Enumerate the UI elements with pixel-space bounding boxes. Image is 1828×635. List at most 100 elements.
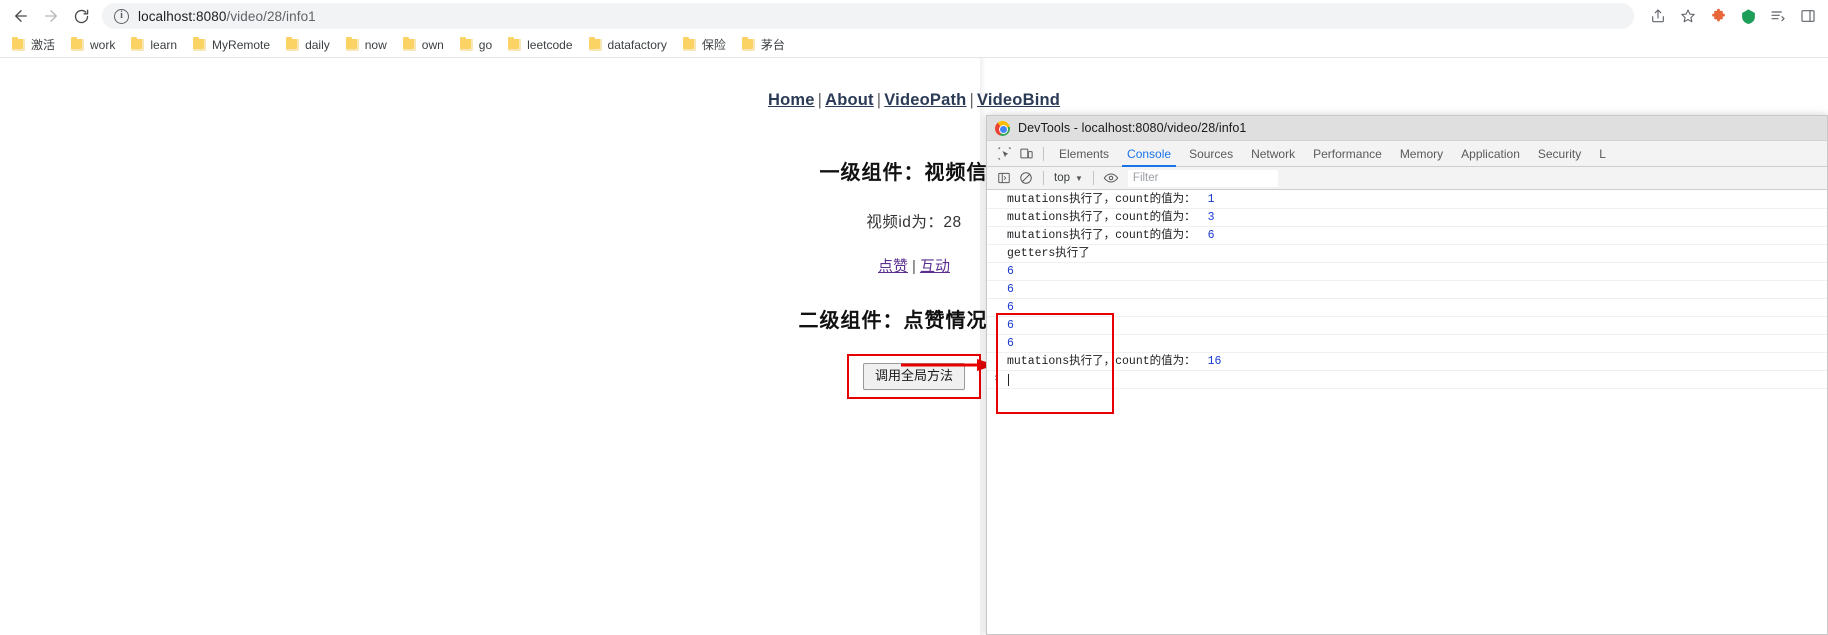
device-toolbar-icon[interactable] xyxy=(1015,143,1037,165)
bookmark-label: leetcode xyxy=(527,37,573,52)
browser-chrome: i localhost:8080/video/28/info1 激活 work … xyxy=(0,0,1828,58)
bookmark-label: 保险 xyxy=(701,38,726,52)
tab-elements[interactable]: Elements xyxy=(1050,141,1118,167)
bookmark-item[interactable]: work xyxy=(63,34,123,56)
folder-icon xyxy=(741,36,755,51)
folder-icon xyxy=(508,36,522,51)
console-log-row[interactable]: 6 xyxy=(987,281,1827,299)
toolbar-divider xyxy=(1043,146,1044,161)
tab-application[interactable]: Application xyxy=(1452,141,1529,167)
folder-icon xyxy=(71,36,85,51)
interact-link[interactable]: 互动 xyxy=(920,258,950,275)
folder-icon xyxy=(345,36,359,51)
console-log-row[interactable]: 6 xyxy=(987,263,1827,281)
address-bar[interactable]: i localhost:8080/video/28/info1 xyxy=(102,3,1634,29)
console-sidebar-icon[interactable] xyxy=(993,167,1015,189)
log-text: mutations执行了，count的值为： xyxy=(1007,229,1196,242)
devtools-window: DevTools - localhost:8080/video/28/info1… xyxy=(986,115,1828,635)
live-expression-eye-icon[interactable] xyxy=(1100,167,1122,189)
bookmark-item[interactable]: daily xyxy=(278,34,338,56)
console-log-row[interactable]: mutations执行了，count的值为： 3 xyxy=(987,209,1827,227)
bookmark-item[interactable]: datafactory xyxy=(581,34,675,56)
site-top-nav: Home | About | VideoPath | VideoBind xyxy=(0,91,1828,110)
nav-link-videobind[interactable]: VideoBind xyxy=(977,91,1060,109)
nav-separator: | xyxy=(817,91,823,109)
reading-list-icon[interactable] xyxy=(1764,2,1792,30)
address-bar-url: localhost:8080/video/28/info1 xyxy=(138,9,316,24)
log-number: 1 xyxy=(1207,193,1215,206)
toolbar-divider xyxy=(1043,171,1044,185)
bookmarks-bar: 激活 work learn MyRemote daily now own go … xyxy=(0,32,1828,58)
text-cursor xyxy=(1007,373,1009,386)
folder-icon xyxy=(459,36,473,51)
bookmark-label: learn xyxy=(150,37,178,52)
toolbar-divider xyxy=(1092,171,1094,185)
reload-icon[interactable] xyxy=(66,1,96,31)
console-filter-input[interactable] xyxy=(1127,169,1278,187)
console-context-selector[interactable]: top ▼ xyxy=(1050,172,1087,184)
log-text: mutations执行了，count的值为： xyxy=(1007,193,1196,206)
console-context-value: top xyxy=(1054,172,1070,184)
console-prompt-row[interactable]: › xyxy=(987,371,1827,389)
bookmark-item[interactable]: MyRemote xyxy=(185,34,278,56)
bookmark-label: 茅台 xyxy=(760,38,785,52)
devtools-window-title: DevTools - localhost:8080/video/28/info1 xyxy=(1018,121,1247,135)
bookmark-item[interactable]: go xyxy=(452,34,500,56)
info-circle-icon[interactable]: i xyxy=(114,8,129,24)
share-icon[interactable] xyxy=(1644,2,1672,30)
bookmark-item[interactable]: 保险 xyxy=(675,34,734,56)
devtools-titlebar: DevTools - localhost:8080/video/28/info1 xyxy=(987,116,1827,141)
folder-icon xyxy=(682,36,696,51)
log-text: getters执行了 xyxy=(1007,247,1090,260)
bookmark-label: now xyxy=(364,37,387,52)
prompt-chevron-icon: › xyxy=(993,373,1000,385)
console-log-row[interactable]: mutations执行了，count的值为： 6 xyxy=(987,227,1827,245)
bookmark-item[interactable]: leetcode xyxy=(500,34,580,56)
console-log-area[interactable]: mutations执行了，count的值为： 1 mutations执行了，cou… xyxy=(987,191,1827,634)
console-toolbar: top ▼ xyxy=(987,167,1827,190)
log-number: 3 xyxy=(1207,211,1215,224)
console-log-row[interactable]: 6 xyxy=(987,317,1827,335)
console-log-row[interactable]: getters执行了 xyxy=(987,245,1827,263)
tab-performance[interactable]: Performance xyxy=(1304,141,1391,167)
extension-puzzle-icon[interactable] xyxy=(1704,2,1732,30)
bookmark-item[interactable]: 激活 xyxy=(4,34,63,56)
bookmark-item[interactable]: now xyxy=(338,34,395,56)
like-link[interactable]: 点赞 xyxy=(878,258,908,275)
log-number: 6 xyxy=(1207,229,1215,242)
folder-icon xyxy=(193,36,207,51)
tab-memory[interactable]: Memory xyxy=(1391,141,1452,167)
chrome-logo-icon xyxy=(995,120,1010,136)
bookmark-item[interactable]: own xyxy=(395,34,452,56)
bookmark-label: 激活 xyxy=(31,38,56,52)
nav-link-home[interactable]: Home xyxy=(768,91,815,109)
tab-console[interactable]: Console xyxy=(1118,141,1180,167)
forward-arrow-icon[interactable] xyxy=(36,1,66,31)
bookmark-item[interactable]: learn xyxy=(123,34,185,56)
clear-console-icon[interactable] xyxy=(1015,167,1037,189)
bookmark-label: work xyxy=(90,37,116,52)
folder-icon xyxy=(286,36,300,51)
tab-sources[interactable]: Sources xyxy=(1180,141,1242,167)
folder-icon xyxy=(12,36,25,51)
profile-avatar-icon[interactable] xyxy=(1734,2,1762,30)
nav-separator: | xyxy=(876,91,882,109)
tab-network[interactable]: Network xyxy=(1242,141,1304,167)
nav-separator: | xyxy=(969,91,974,109)
bookmark-label: own xyxy=(421,37,444,52)
bookmark-item[interactable]: 茅台 xyxy=(734,34,793,56)
tab-security[interactable]: Security xyxy=(1529,141,1590,167)
console-log-row[interactable]: mutations执行了，count的值为： 16 xyxy=(987,353,1827,371)
console-log-row[interactable]: 6 xyxy=(987,335,1827,353)
inspect-element-icon[interactable] xyxy=(993,143,1015,165)
nav-link-about[interactable]: About xyxy=(825,91,874,109)
console-log-row[interactable]: mutations执行了，count的值为： 1 xyxy=(987,191,1827,209)
nav-link-videopath[interactable]: VideoPath xyxy=(884,91,966,109)
log-text: mutations执行了，count的值为： xyxy=(1007,211,1196,224)
tab-lighthouse[interactable]: L xyxy=(1590,141,1615,167)
address-path: /video/28/info1 xyxy=(226,8,316,24)
back-arrow-icon[interactable] xyxy=(6,1,36,31)
side-panel-icon[interactable] xyxy=(1794,2,1822,30)
bookmark-star-icon[interactable] xyxy=(1674,2,1702,30)
console-log-row[interactable]: 6 xyxy=(987,299,1827,317)
